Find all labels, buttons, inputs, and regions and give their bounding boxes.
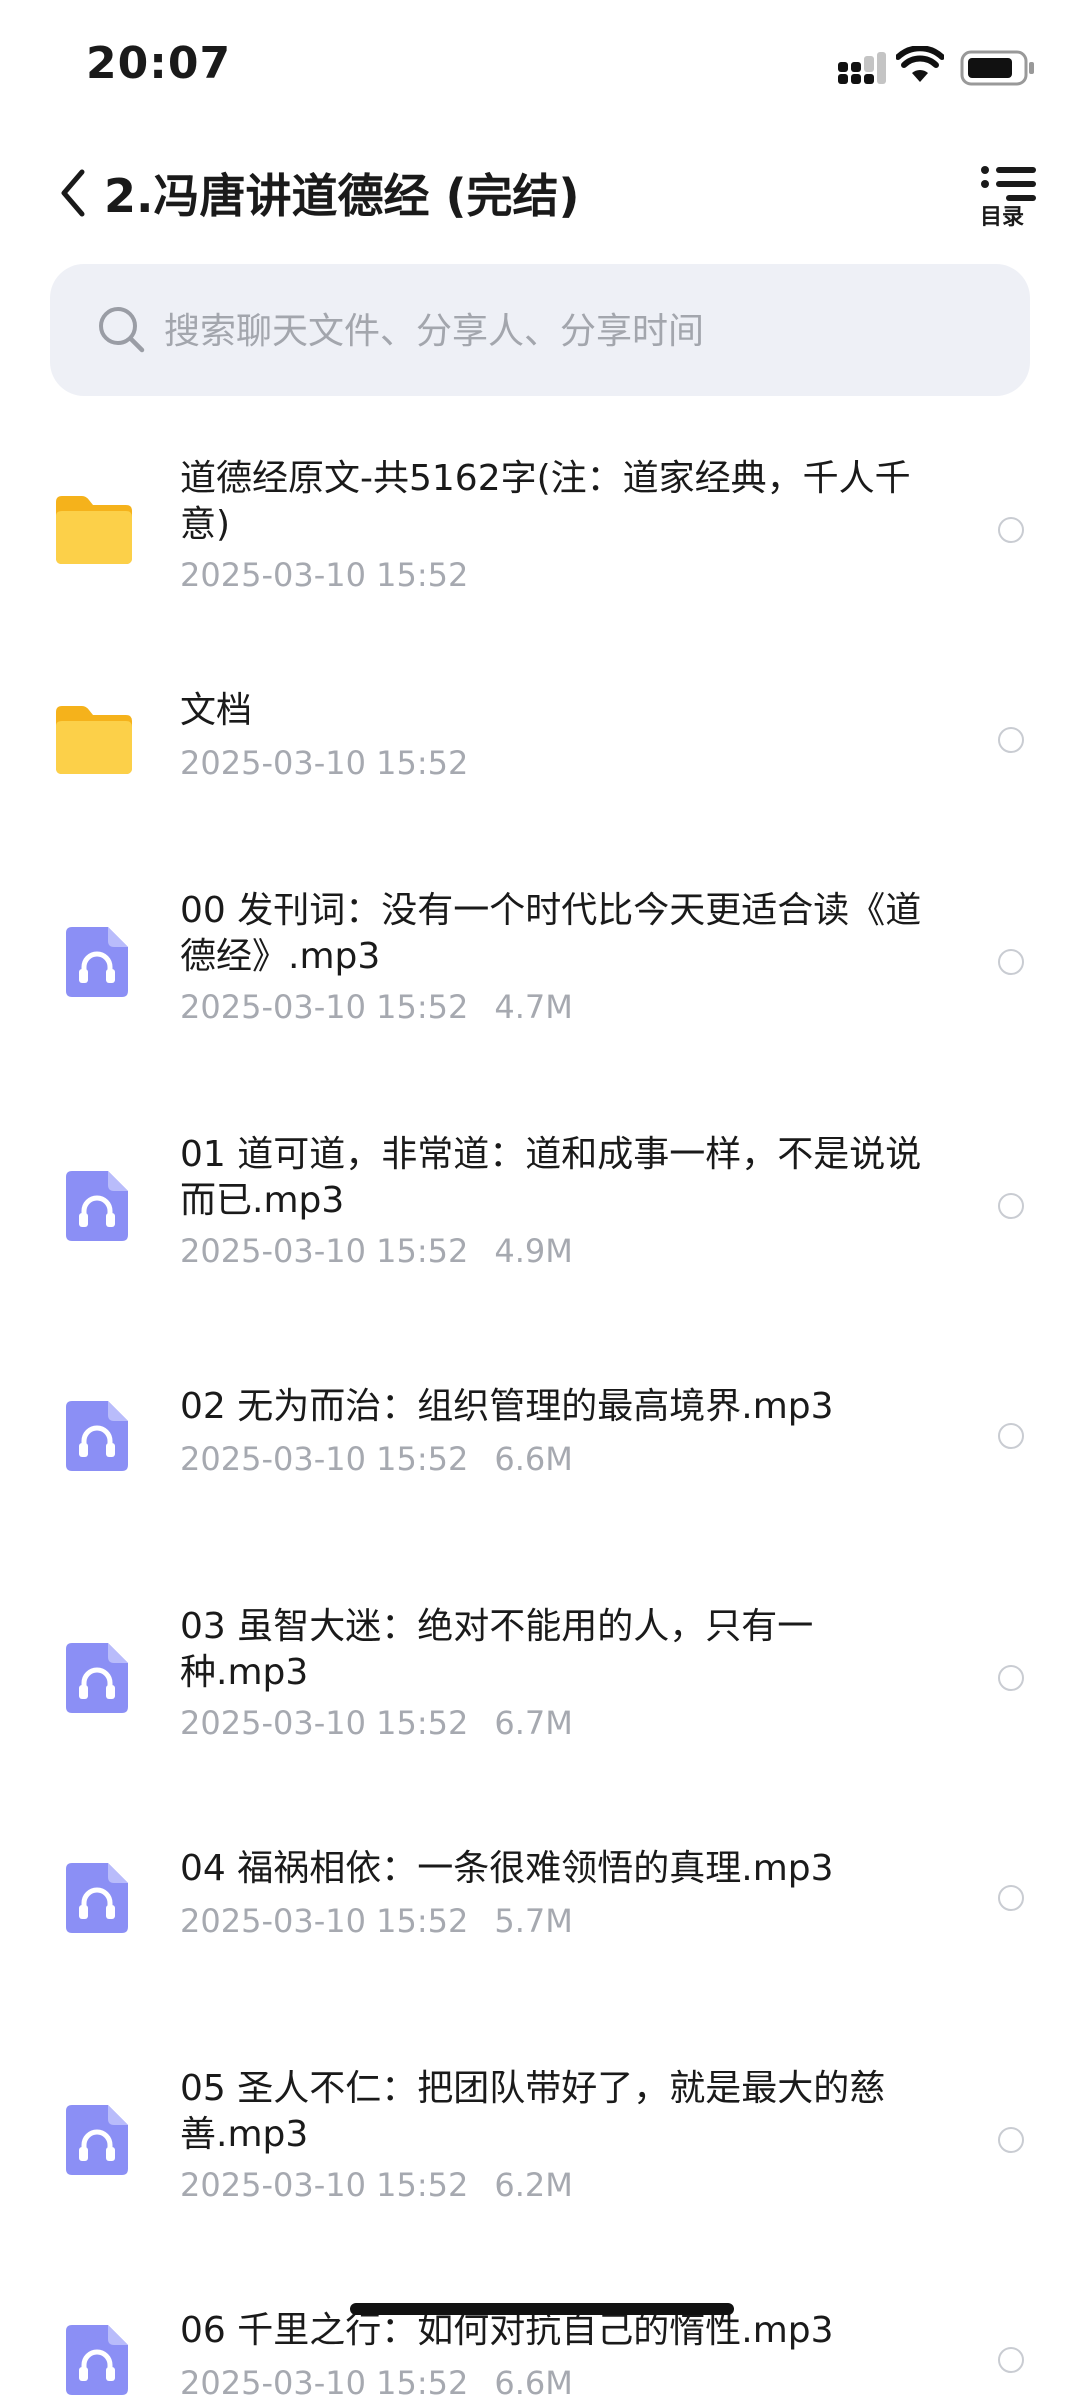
back-chevron-icon[interactable] — [58, 168, 88, 218]
select-radio[interactable] — [998, 1665, 1024, 1691]
select-radio[interactable] — [998, 1885, 1024, 1911]
file-name: 02 无为而治：组织管理的最高境界.mp3 — [180, 1386, 834, 1427]
select-radio[interactable] — [998, 2347, 1024, 2373]
toc-button[interactable]: 目录 — [978, 164, 1042, 234]
file-name: 01 道可道，非常道：道和成事一样，不是说说而已.mp3 — [180, 1134, 922, 1221]
nav-bar: 2.冯唐讲道德经 (完结) 目录 — [0, 150, 1080, 240]
file-size: 5.7M — [494, 1902, 573, 1940]
audio-file-icon — [66, 1401, 128, 1471]
file-meta: 2025-03-10 15:52 4.7M — [180, 988, 599, 1026]
file-name: 道德经原文-共5162字(注：道家经典，千人千意) — [180, 458, 911, 545]
audio-icon-wrap — [62, 1397, 132, 1479]
file-date: 2025-03-10 15:52 — [180, 1704, 469, 1742]
audio-file-icon — [66, 2325, 128, 2395]
folder-icon-wrap — [52, 492, 136, 572]
wifi-icon — [896, 46, 944, 82]
toc-label: 目录 — [980, 205, 1025, 230]
status-bar: 20:07 — [0, 0, 1080, 130]
file-name: 00 发刊词：没有一个时代比今天更适合读《道德经》.mp3 — [180, 890, 922, 977]
audio-icon-wrap — [62, 2321, 132, 2403]
file-date: 2025-03-10 15:52 — [180, 556, 469, 594]
file-meta: 2025-03-10 15:52 4.9M — [180, 1232, 599, 1270]
file-date: 2025-03-10 15:52 — [180, 1902, 469, 1940]
select-radio[interactable] — [998, 727, 1024, 753]
file-size: 6.6M — [494, 1440, 573, 1478]
file-meta: 2025-03-10 15:52 — [180, 556, 494, 594]
audio-file-icon — [66, 927, 128, 997]
folder-icon — [56, 496, 132, 564]
file-name: 05 圣人不仁：把团队带好了，就是最大的慈善.mp3 — [180, 2068, 886, 2155]
select-radio[interactable] — [998, 1193, 1024, 1219]
file-size: 6.2M — [494, 2166, 573, 2204]
file-meta: 2025-03-10 15:52 6.7M — [180, 1704, 599, 1742]
page-title: 2.冯唐讲道德经 (完结) — [104, 169, 580, 223]
search-input[interactable] — [162, 300, 986, 362]
cellular-signal-icon — [838, 52, 886, 84]
file-size: 6.7M — [494, 1704, 573, 1742]
file-meta: 2025-03-10 15:52 6.6M — [180, 2364, 599, 2402]
audio-icon-wrap — [62, 1639, 132, 1721]
file-date: 2025-03-10 15:52 — [180, 2166, 469, 2204]
list-icon — [981, 166, 1036, 201]
file-name: 04 福祸相依：一条很难领悟的真理.mp3 — [180, 1848, 834, 1889]
file-date: 2025-03-10 15:52 — [180, 988, 469, 1026]
battery-icon — [960, 50, 1034, 86]
file-meta: 2025-03-10 15:52 6.6M — [180, 1440, 599, 1478]
file-size: 4.9M — [494, 1232, 573, 1270]
file-date: 2025-03-10 15:52 — [180, 2364, 469, 2402]
audio-file-icon — [66, 1643, 128, 1713]
file-name: 03 虽智大迷：绝对不能用的人，只有一种.mp3 — [180, 1606, 814, 1693]
home-indicator — [350, 2303, 734, 2315]
audio-icon-wrap — [62, 2101, 132, 2183]
file-meta: 2025-03-10 15:52 5.7M — [180, 1902, 599, 1940]
file-meta: 2025-03-10 15:52 6.2M — [180, 2166, 599, 2204]
audio-file-icon — [66, 2105, 128, 2175]
status-time: 20:07 — [86, 38, 232, 89]
audio-file-icon — [66, 1171, 128, 1241]
select-radio[interactable] — [998, 949, 1024, 975]
file-date: 2025-03-10 15:52 — [180, 744, 469, 782]
select-radio[interactable] — [998, 517, 1024, 543]
file-size: 6.6M — [494, 2364, 573, 2402]
file-date: 2025-03-10 15:52 — [180, 1440, 469, 1478]
select-radio[interactable] — [998, 1423, 1024, 1449]
search-icon — [99, 307, 145, 353]
audio-icon-wrap — [62, 1859, 132, 1941]
file-size: 4.7M — [494, 988, 573, 1026]
select-radio[interactable] — [998, 2127, 1024, 2153]
file-date: 2025-03-10 15:52 — [180, 1232, 469, 1270]
audio-icon-wrap — [62, 1167, 132, 1249]
file-meta: 2025-03-10 15:52 — [180, 744, 494, 782]
folder-icon-wrap — [52, 702, 136, 782]
file-name: 文档 — [180, 690, 253, 731]
audio-file-icon — [66, 1863, 128, 1933]
audio-icon-wrap — [62, 923, 132, 1005]
search-bar[interactable] — [50, 264, 1030, 396]
folder-icon — [56, 706, 132, 774]
